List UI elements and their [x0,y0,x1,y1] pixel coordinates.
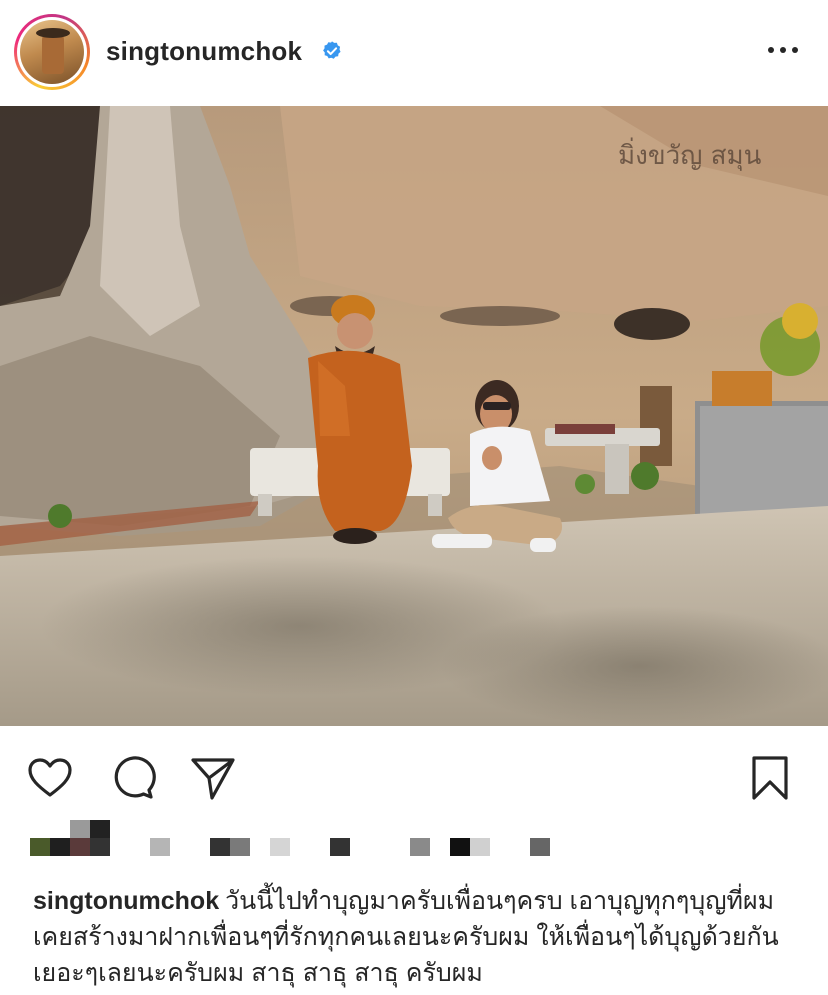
photo-scene: มิ่งขวัญ สมุน [0,106,828,726]
post-header: singtonumchok [0,0,828,106]
avatar[interactable] [14,14,90,90]
pixel-block [210,838,230,856]
paper-plane-icon[interactable] [189,754,237,802]
pixel-block [90,820,110,838]
more-dot [792,47,798,53]
post-caption: singtonumchok วันนี้ไปทำบุญมาครับเพื่อนๆค… [33,883,803,991]
pixel-block [230,838,250,856]
pixel-block [90,838,110,856]
heart-icon[interactable] [26,754,74,802]
rock-inscription: มิ่งขวัญ สมุน [618,137,762,171]
post-photo[interactable]: มิ่งขวัญ สมุน [0,106,828,726]
pixel-block [50,838,70,856]
pixel-block [270,838,290,856]
pixel-block [470,838,490,856]
pixel-block [330,838,350,856]
comment-bubble-icon[interactable] [108,754,156,802]
pixel-block [450,838,470,856]
post-username[interactable]: singtonumchok [106,36,302,67]
pixel-block [30,838,50,856]
likes-count-blurred [30,820,570,860]
pixel-block [150,838,170,856]
pixel-block [70,820,90,838]
more-options-icon[interactable] [766,44,800,56]
avatar-hat [36,28,70,38]
more-dot [780,47,786,53]
pixel-block [410,838,430,856]
caption-username[interactable]: singtonumchok [33,887,219,915]
pixel-block [530,838,550,856]
bookmark-icon[interactable] [746,754,794,802]
more-dot [768,47,774,53]
avatar-image [20,20,84,84]
verified-badge-icon [323,41,341,59]
pixel-block [70,838,90,856]
post-actions [0,740,828,810]
